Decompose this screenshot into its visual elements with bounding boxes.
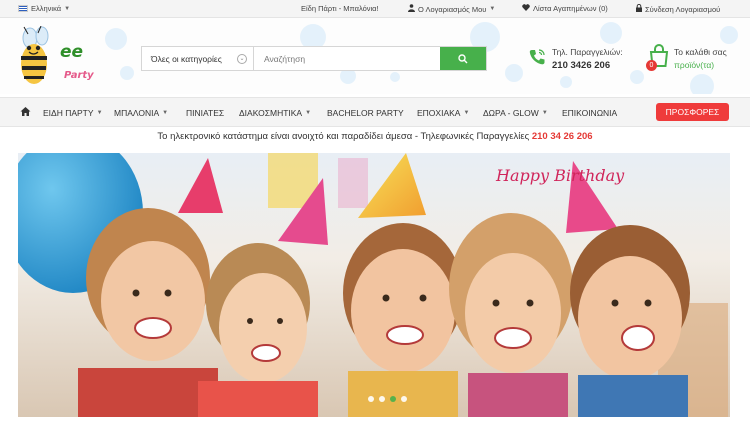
account-label: Ο Λογαριασμός Μου [418, 4, 487, 14]
party-link-label: Είδη Πάρτι - Μπαλόνια! [301, 4, 379, 13]
caret-down-icon: ▼ [463, 110, 470, 116]
wishlist-label: Λίστα Αγαπημένων (0) [533, 4, 608, 13]
offers-button[interactable]: ΠΡΟΣΦΟΡΕΣ [656, 103, 729, 121]
nav-item-label: ΔΙΑΚΟΣΜΗΤΙΚΑ [239, 108, 303, 118]
store-notice: Το ηλεκτρονικό κατάστημα είναι ανοιχτό κ… [0, 131, 750, 142]
nav-item-seasonal[interactable]: ΕΠΟΧΙΑΚΑ ▼ [417, 108, 469, 118]
home-icon[interactable] [20, 106, 31, 117]
login-label: Σύνδεση Λογαριασμού [645, 4, 721, 14]
order-phone-label: Τηλ. Παραγγελιών: [552, 47, 623, 57]
nav-item-label: BACHELOR PARTY [327, 108, 404, 118]
lock-icon [636, 3, 642, 14]
wishlist-link[interactable]: Λίστα Αγαπημένων (0) [522, 4, 608, 13]
chevron-down-icon: ▼ [64, 5, 71, 12]
top-bar: Ελληνικά ▼ Είδη Πάρτι - Μπαλόνια! Ο Λογα… [0, 0, 750, 18]
nav-item-label: ΔΩΡΑ - GLOW [483, 108, 539, 118]
nav-item-contact[interactable]: ΕΠΙΚΟΙΝΩΝΙΑ [562, 108, 617, 118]
search-button[interactable] [440, 47, 486, 70]
nav-item-party-supplies[interactable]: ΕΙΔΗ ΠΑΡΤΥ ▼ [43, 108, 103, 118]
account-menu[interactable]: Ο Λογαριασμός Μου ▼ [408, 4, 495, 14]
main-nav: ΕΙΔΗ ΠΑΡΤΥ ▼ ΜΠΑΛΟΝΙΑ ▼ ΠΙΝΙΑΤΕΣ ΔΙΑΚΟΣΜΗΤ… [0, 97, 750, 127]
nav-item-label: ΕΠΙΚΟΙΝΩΝΙΑ [562, 108, 618, 118]
nav-item-pinatas[interactable]: ΠΙΝΙΑΤΕΣ [186, 108, 224, 118]
cart-count-badge: 0 [646, 60, 657, 71]
nav-item-balloons[interactable]: ΜΠΑΛΟΝΙΑ ▼ [114, 108, 168, 118]
language-selector[interactable]: Ελληνικά ▼ [18, 4, 70, 13]
nav-item-bachelor-party[interactable]: BACHELOR PARTY [327, 108, 404, 118]
store-notice-phone[interactable]: 210 34 26 206 [532, 131, 593, 142]
chevron-down-icon: ▼ [489, 6, 496, 12]
greek-flag-icon [18, 5, 28, 12]
bee-icon [21, 25, 49, 84]
phone-icon [529, 49, 545, 65]
user-icon [408, 4, 415, 14]
logo-text-ee: ee [60, 42, 84, 62]
caret-down-icon: ▼ [162, 110, 169, 116]
store-notice-text: Το ηλεκτρονικό κατάστημα είναι ανοιχτό κ… [157, 131, 530, 142]
site-header: ee Party Όλες οι κατηγορίες ⌄ Τηλ. Παραγ… [0, 18, 750, 94]
caret-down-icon: ▼ [96, 110, 103, 116]
nav-item-label: ΕΠΟΧΙΑΚΑ [417, 108, 461, 118]
nav-item-label: ΜΠΑΛΟΝΙΑ [114, 108, 160, 118]
caret-down-icon: ▼ [305, 110, 312, 116]
bee-party-logo[interactable]: ee Party [16, 25, 96, 94]
logo-text-party: Party [64, 70, 94, 81]
cake-decoration-text: Happy Birthday [495, 166, 625, 185]
slider-dot[interactable] [368, 396, 374, 402]
search-input[interactable] [254, 47, 440, 70]
slider-dot[interactable] [401, 396, 407, 402]
category-select-label: Όλες οι κατηγορίες [151, 54, 222, 64]
heart-icon [522, 4, 530, 13]
hero-image-party-kids: Happy Birthday [18, 153, 728, 417]
hero-slider[interactable]: Happy Birthday [18, 153, 730, 417]
cart-title[interactable]: Το καλάθι σας [674, 47, 727, 57]
language-label: Ελληνικά [31, 4, 62, 13]
cart-subtitle: προϊόν(τα) [674, 60, 715, 70]
login-link[interactable]: Σύνδεση Λογαριασμού [636, 3, 721, 14]
nav-item-decorations[interactable]: ΔΙΑΚΟΣΜΗΤΙΚΑ ▼ [239, 108, 311, 118]
slider-dot-active[interactable] [390, 396, 396, 402]
nav-item-label: ΠΙΝΙΑΤΕΣ [186, 108, 225, 118]
search-icon [458, 53, 468, 63]
search-bar: Όλες οι κατηγορίες ⌄ [141, 46, 487, 71]
caret-down-icon: ▼ [541, 110, 548, 116]
slider-dot[interactable] [379, 396, 385, 402]
nav-item-gifts-glow[interactable]: ΔΩΡΑ - GLOW ▼ [483, 108, 548, 118]
chevron-down-icon: ⌄ [237, 54, 247, 64]
order-phone-number[interactable]: 210 3426 206 [552, 60, 610, 71]
slider-dots [368, 396, 407, 402]
category-select[interactable]: Όλες οι κατηγορίες ⌄ [142, 47, 254, 70]
party-link[interactable]: Είδη Πάρτι - Μπαλόνια! [301, 4, 379, 13]
nav-item-label: ΕΙΔΗ ΠΑΡΤΥ [43, 108, 94, 118]
